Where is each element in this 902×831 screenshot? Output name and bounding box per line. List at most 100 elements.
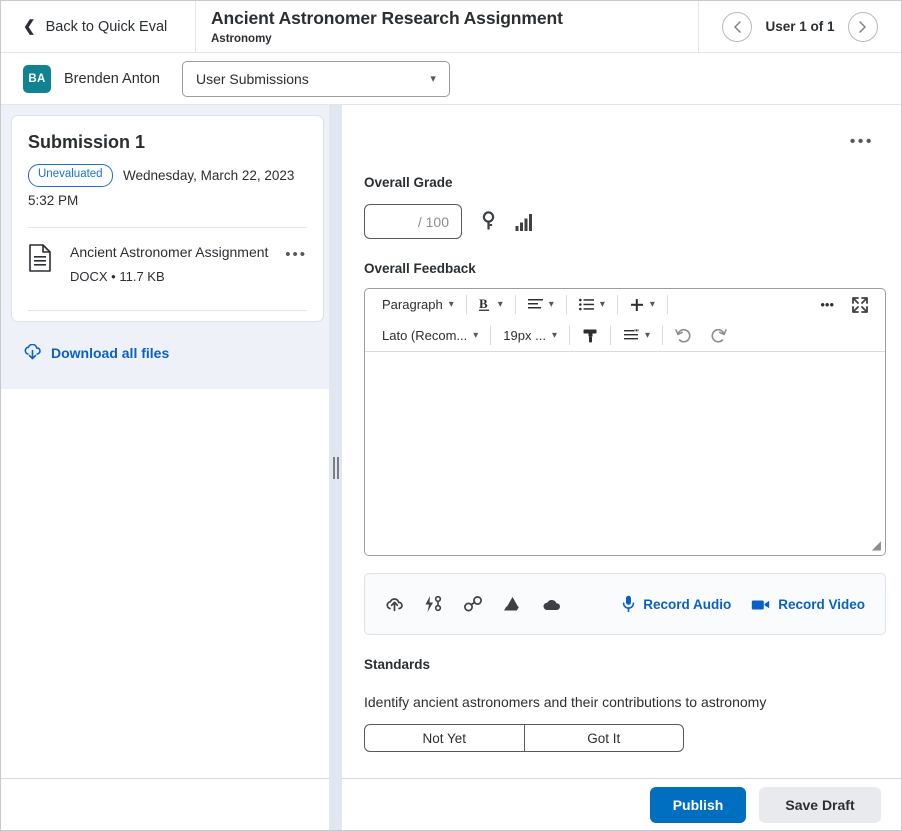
previous-user-button[interactable] [722,12,752,42]
divider [617,295,618,314]
evaluation-panel: ••• Overall Grade / 100 [335,105,901,831]
paragraph-style-dropdown[interactable]: Paragraph ▾ [373,292,463,317]
bold-icon: B [479,297,492,312]
editor-toolbar-row-1: Paragraph ▾ B ▾ [365,289,885,320]
rich-text-editor: Paragraph ▾ B ▾ [364,288,886,556]
chevron-left-icon [733,21,742,33]
font-size-dropdown[interactable]: 19px ... ▾ [494,323,566,348]
record-video-button[interactable]: Record Video [751,597,865,612]
video-camera-icon [751,598,770,611]
submission-title: Submission 1 [28,132,307,153]
cloud-download-icon [23,344,42,361]
back-to-quick-eval-button[interactable]: ❮ Back to Quick Eval [1,1,196,52]
chevron-down-icon: ▾ [600,299,605,310]
grip-icon [333,457,339,479]
align-dropdown[interactable]: ▾ [519,292,563,317]
plus-icon [630,298,644,312]
user-bar: BA Brenden Anton User Submissions ▾ [1,53,901,105]
standard-option-not-yet[interactable]: Not Yet [365,725,525,751]
editor-overflow-menu-button[interactable]: ••• [811,292,843,317]
file-meta: DOCX • 11.7 KB [70,269,269,284]
google-drive-icon[interactable] [503,596,522,613]
feedback-editor-input[interactable]: ◢ [365,351,885,555]
divider [515,295,516,314]
format-painter-icon [582,328,598,344]
chevron-left-icon: ❮ [23,19,36,34]
quicklink-icon[interactable] [424,595,443,613]
divider [667,295,668,314]
content-area: Submission 1 Unevaluated Wednesday, Marc… [1,105,901,831]
divider [466,295,467,314]
chevron-down-icon: ▾ [430,72,436,85]
user-navigation: User 1 of 1 [699,1,901,52]
user-name-label: Brenden Anton [64,71,160,87]
text-options-icon [623,329,639,342]
paragraph-style-label: Paragraph [382,297,443,312]
panel-more-actions-button[interactable]: ••• [850,133,874,151]
list-dropdown[interactable]: ▾ [570,292,614,317]
grade-statistics-icon[interactable] [515,212,535,232]
resize-grip-icon[interactable]: ◢ [872,538,881,552]
file-more-actions-button[interactable]: ••• [285,242,307,263]
standard-description: Identify ancient astronomers and their c… [364,694,901,710]
divider [662,326,663,345]
editor-fullscreen-button[interactable] [843,292,877,317]
back-button-label: Back to Quick Eval [46,19,168,35]
chevron-down-icon: ▾ [473,330,478,341]
submission-view-select[interactable]: User Submissions ▾ [182,61,450,97]
microphone-icon [622,595,635,613]
save-draft-button[interactable]: Save Draft [759,787,881,823]
chevron-down-icon: ▾ [549,299,554,310]
standards-section: Standards Identify ancient astronomers a… [335,635,901,752]
onedrive-icon[interactable] [542,597,563,612]
document-file-icon [28,242,54,277]
course-name: Astronomy [211,33,698,45]
insert-dropdown[interactable]: ▾ [621,292,664,317]
grade-input[interactable]: / 100 [364,204,462,239]
action-bar: Publish Save Draft [1,778,901,830]
svg-text:B: B [479,297,488,311]
font-size-label: 19px ... [503,328,546,343]
avatar: BA [23,65,51,93]
bold-dropdown[interactable]: B ▾ [470,292,512,317]
chevron-down-icon: ▾ [449,299,454,310]
standard-assessment-segmented-control: Not Yet Got It [364,724,684,752]
record-audio-label: Record Audio [643,597,731,612]
list-item[interactable]: Ancient Astronomer Assignment DOCX • 11.… [28,228,307,298]
font-family-dropdown[interactable]: Lato (Recom... ▾ [373,323,487,348]
undo-icon [675,328,692,343]
publish-button[interactable]: Publish [650,787,746,823]
upload-file-icon[interactable] [385,596,404,613]
file-info: Ancient Astronomer Assignment DOCX • 11.… [70,242,269,285]
record-audio-button[interactable]: Record Audio [622,595,731,613]
overall-grade-label: Overall Grade [364,175,901,190]
align-left-icon [528,298,543,311]
standard-option-got-it[interactable]: Got It [525,725,684,751]
divider [569,326,570,345]
divider [566,295,567,314]
page-header: ❮ Back to Quick Eval Ancient Astronomer … [1,1,901,53]
rubric-key-icon[interactable] [482,211,495,233]
download-all-files-row[interactable]: Download all files [1,322,334,361]
undo-button[interactable] [666,323,701,348]
list-icon [579,298,594,311]
page-title: Ancient Astronomer Research Assignment [211,8,698,28]
attachment-toolbar: Record Audio Record Video [364,573,886,635]
submission-card: Submission 1 Unevaluated Wednesday, Marc… [11,115,324,322]
submission-view-select-value: User Submissions [196,71,309,87]
chevron-down-icon: ▾ [552,330,557,341]
text-options-dropdown[interactable]: ▾ [614,323,659,348]
chevron-down-icon: ▾ [498,299,503,310]
panel-resize-handle[interactable] [329,105,342,831]
download-all-files-link[interactable]: Download all files [51,345,169,361]
assignment-title-block: Ancient Astronomer Research Assignment A… [196,1,699,52]
file-name: Ancient Astronomer Assignment [70,242,269,264]
redo-button[interactable] [701,323,736,348]
font-family-label: Lato (Recom... [382,328,467,343]
next-user-button[interactable] [848,12,878,42]
format-painter-button[interactable] [573,323,607,348]
record-video-label: Record Video [778,597,865,612]
insert-link-icon[interactable] [463,595,483,613]
user-position-label: User 1 of 1 [765,19,834,34]
divider [490,326,491,345]
